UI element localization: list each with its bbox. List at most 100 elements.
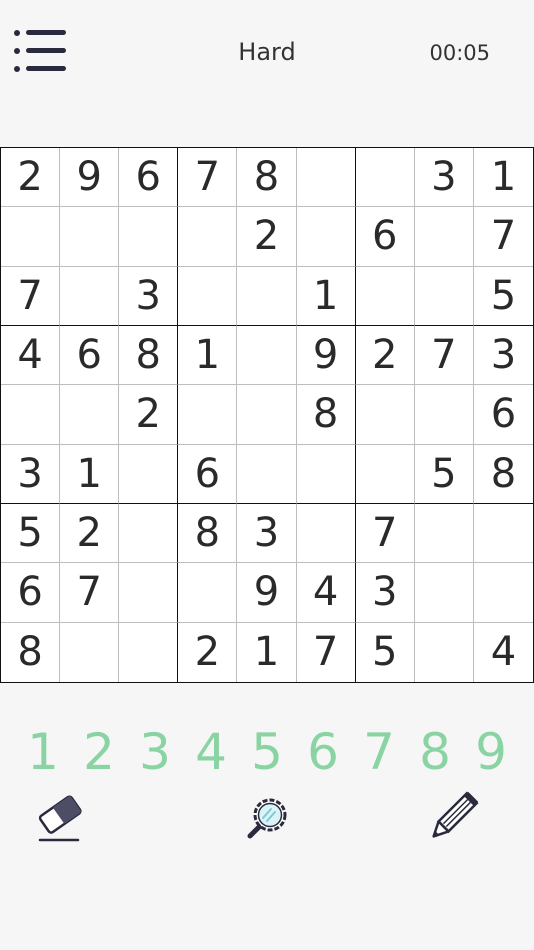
sudoku-cell[interactable]: 5 — [1, 503, 61, 564]
sudoku-board: 2967831267731546819273286316585283767943… — [0, 147, 534, 683]
sudoku-cell[interactable]: 3 — [1, 444, 61, 504]
sudoku-cell[interactable]: 6 — [119, 148, 179, 208]
sudoku-cell[interactable]: 7 — [1, 266, 61, 326]
number-key-1[interactable]: 1 — [15, 722, 71, 782]
sudoku-cell[interactable] — [414, 503, 474, 564]
sudoku-cell[interactable]: 1 — [237, 622, 297, 682]
sudoku-cell[interactable] — [178, 385, 238, 445]
sudoku-cell[interactable]: 1 — [296, 266, 356, 326]
pencil-icon — [432, 791, 479, 838]
sudoku-cell[interactable] — [178, 563, 238, 623]
sudoku-cell[interactable]: 7 — [355, 503, 415, 564]
sudoku-cell[interactable]: 1 — [60, 444, 120, 504]
number-key-3[interactable]: 3 — [127, 722, 183, 782]
sudoku-cell[interactable]: 3 — [119, 266, 179, 326]
erase-button[interactable] — [30, 788, 90, 848]
sudoku-cell[interactable]: 2 — [60, 503, 120, 564]
sudoku-cell[interactable]: 3 — [473, 326, 533, 386]
sudoku-cell[interactable] — [355, 385, 415, 445]
sudoku-cell[interactable]: 7 — [473, 207, 533, 267]
sudoku-cell[interactable] — [296, 148, 356, 208]
sudoku-cell[interactable] — [296, 503, 356, 564]
number-key-6[interactable]: 6 — [295, 722, 351, 782]
sudoku-cell[interactable] — [119, 563, 179, 623]
sudoku-cell[interactable] — [355, 266, 415, 326]
sudoku-cell[interactable]: 8 — [1, 622, 61, 682]
sudoku-cell[interactable]: 3 — [414, 148, 474, 208]
sudoku-cell[interactable]: 2 — [178, 622, 238, 682]
number-key-8[interactable]: 8 — [407, 722, 463, 782]
number-key-9[interactable]: 9 — [463, 722, 519, 782]
number-key-4[interactable]: 4 — [183, 722, 239, 782]
sudoku-cell[interactable]: 9 — [237, 563, 297, 623]
sudoku-cell[interactable]: 4 — [474, 623, 533, 682]
top-bar: Hard 00:05 — [0, 0, 534, 110]
sudoku-cell[interactable]: 1 — [473, 148, 533, 208]
sudoku-cell[interactable]: 7 — [414, 325, 474, 386]
sudoku-cell[interactable]: 8 — [296, 385, 356, 445]
magnifier-icon — [247, 798, 287, 839]
sudoku-cell[interactable] — [355, 444, 415, 504]
sudoku-cell[interactable]: 6 — [60, 325, 120, 386]
sudoku-cell[interactable]: 7 — [297, 622, 356, 682]
sudoku-cell[interactable] — [178, 266, 238, 326]
sudoku-cell[interactable]: 8 — [237, 148, 297, 208]
sudoku-cell[interactable]: 5 — [414, 444, 474, 504]
timer: 00:05 — [429, 41, 490, 65]
sudoku-cell[interactable] — [60, 207, 120, 267]
number-key-2[interactable]: 2 — [71, 722, 127, 782]
sudoku-cell[interactable] — [60, 622, 120, 682]
sudoku-cell[interactable]: 3 — [355, 563, 415, 623]
sudoku-cell[interactable]: 7 — [60, 563, 120, 623]
hint-button[interactable] — [237, 788, 297, 848]
sudoku-cell[interactable] — [355, 148, 415, 208]
sudoku-cell[interactable]: 1 — [178, 325, 238, 386]
sudoku-cell[interactable] — [119, 444, 179, 504]
sudoku-cell[interactable] — [119, 503, 179, 564]
sudoku-cell[interactable]: 6 — [473, 385, 533, 445]
sudoku-cell[interactable] — [414, 266, 474, 326]
sudoku-cell[interactable]: 2 — [355, 325, 415, 386]
sudoku-cell[interactable] — [237, 444, 297, 504]
sudoku-cell[interactable] — [237, 266, 297, 326]
number-pad: 123456789 — [15, 722, 519, 782]
sudoku-cell[interactable] — [60, 385, 120, 445]
sudoku-cell[interactable]: 8 — [119, 325, 179, 386]
sudoku-cell[interactable]: 8 — [473, 445, 533, 504]
sudoku-cell[interactable]: 4 — [296, 563, 356, 623]
number-key-7[interactable]: 7 — [351, 722, 407, 782]
sudoku-cell[interactable]: 2 — [237, 207, 297, 267]
sudoku-cell[interactable] — [1, 385, 61, 445]
number-key-5[interactable]: 5 — [239, 722, 295, 782]
sudoku-cell[interactable] — [414, 563, 474, 623]
sudoku-cell[interactable]: 5 — [356, 622, 415, 682]
sudoku-cell[interactable] — [1, 207, 61, 267]
toolbar — [0, 788, 534, 848]
sudoku-cell[interactable] — [60, 266, 120, 326]
sudoku-cell[interactable] — [414, 207, 474, 267]
sudoku-cell[interactable] — [414, 385, 474, 445]
sudoku-cell[interactable]: 6 — [178, 444, 238, 504]
sudoku-cell[interactable] — [296, 207, 356, 267]
notes-button[interactable] — [422, 788, 482, 848]
sudoku-cell[interactable]: 9 — [60, 148, 120, 208]
sudoku-cell[interactable] — [415, 622, 474, 682]
sudoku-cell[interactable] — [296, 444, 356, 504]
sudoku-cell[interactable]: 9 — [296, 325, 356, 386]
sudoku-cell[interactable] — [119, 207, 179, 267]
sudoku-cell[interactable] — [237, 325, 297, 386]
sudoku-cell[interactable] — [178, 207, 238, 267]
sudoku-cell[interactable] — [119, 622, 179, 682]
sudoku-cell[interactable]: 4 — [1, 325, 61, 386]
sudoku-cell[interactable]: 8 — [178, 503, 238, 564]
sudoku-cell[interactable]: 6 — [355, 207, 415, 267]
sudoku-cell[interactable] — [237, 385, 297, 445]
sudoku-cell[interactable]: 3 — [237, 503, 297, 564]
sudoku-cell[interactable]: 2 — [119, 385, 179, 445]
sudoku-cell[interactable] — [473, 504, 533, 564]
sudoku-cell[interactable]: 6 — [1, 563, 61, 623]
sudoku-cell[interactable]: 2 — [1, 148, 61, 208]
sudoku-cell[interactable] — [473, 563, 533, 623]
sudoku-cell[interactable]: 7 — [178, 148, 238, 208]
sudoku-cell[interactable]: 5 — [473, 267, 533, 326]
